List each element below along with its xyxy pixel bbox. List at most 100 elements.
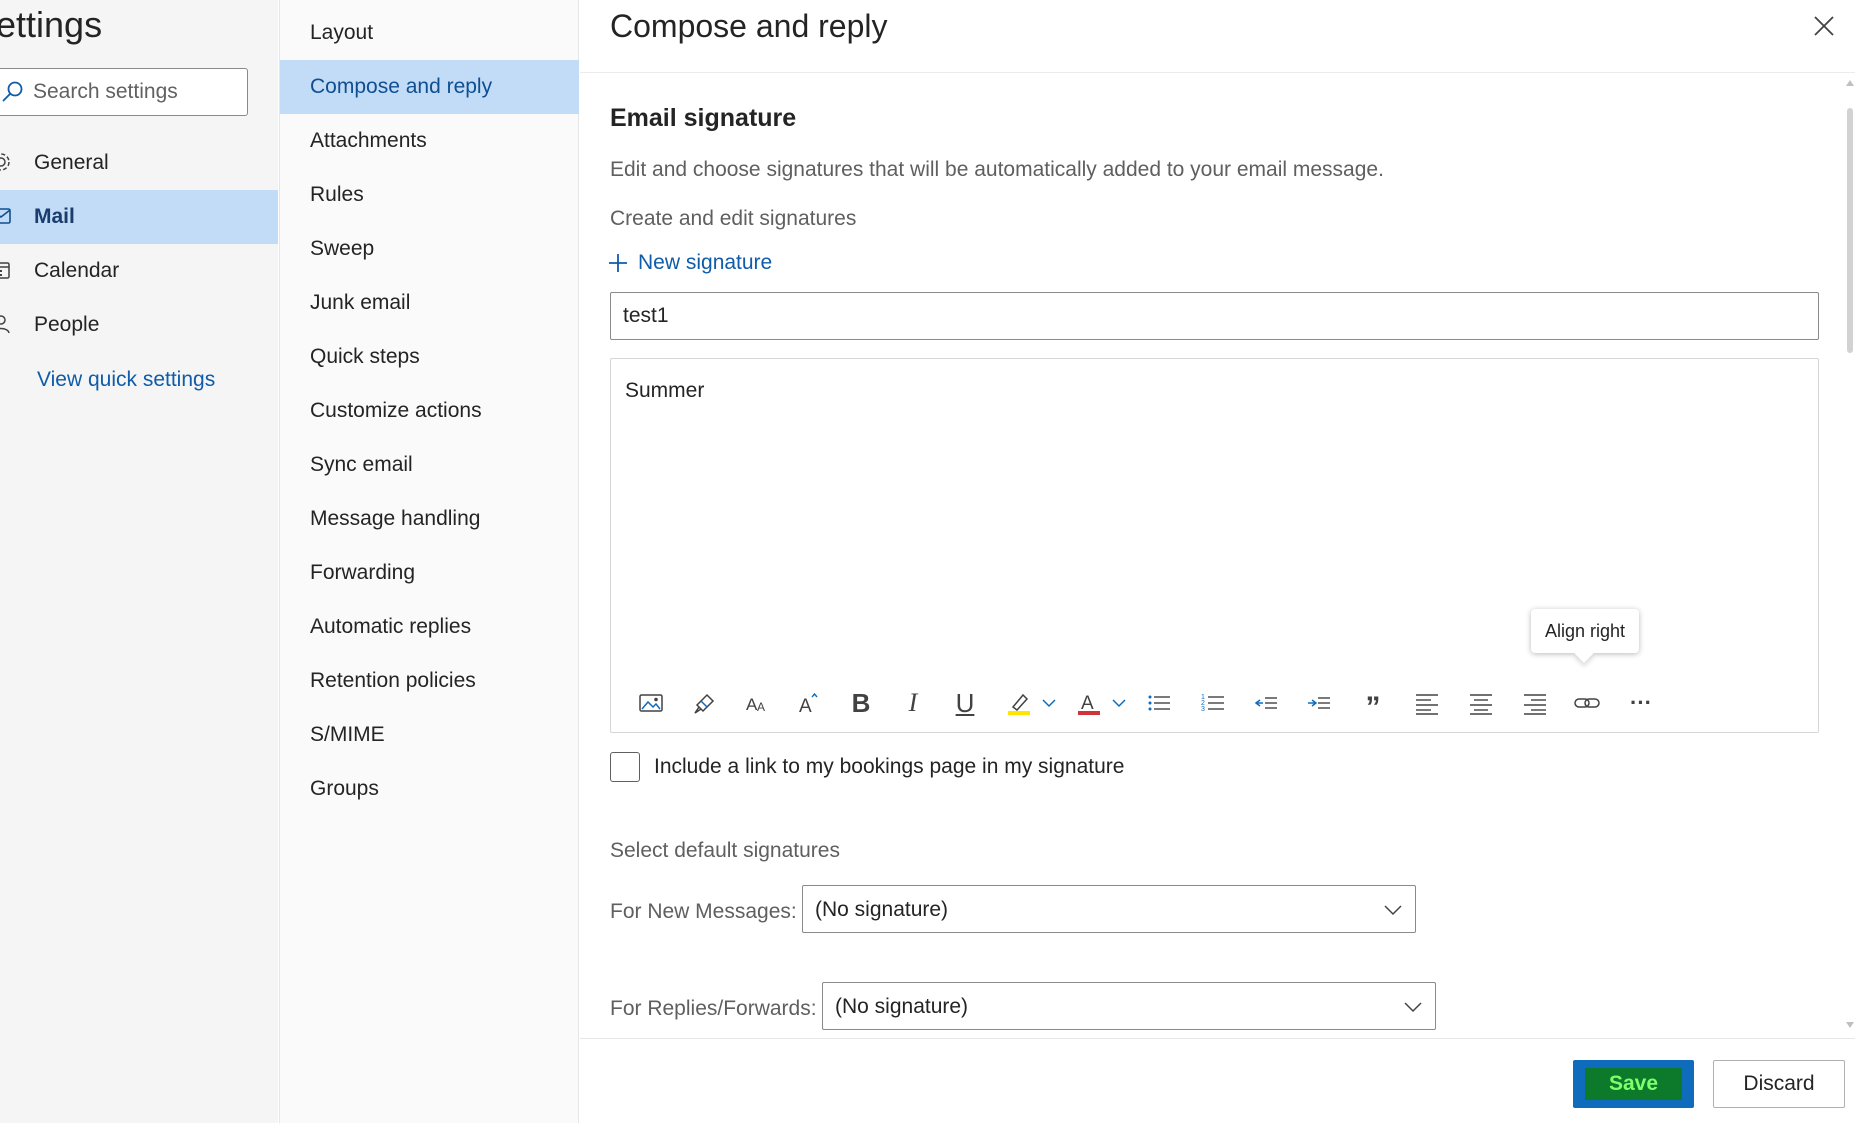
nav-item-label: S/MIME [310,723,385,746]
svg-text:A: A [1081,693,1094,714]
section-title: Email signature [610,104,797,132]
category-label: Calendar [34,259,120,282]
font-color-icon: A [1078,693,1100,715]
category-people[interactable]: People [0,298,278,352]
chevron-down-icon [1042,699,1056,708]
new-signature-button[interactable]: New signature [608,248,772,278]
bookings-link-option[interactable]: Include a link to my bookings page in my… [610,751,1124,783]
increase-indent-button[interactable] [1301,685,1337,721]
more-options-button[interactable]: ··· [1623,685,1659,721]
chevron-down-icon [1384,905,1402,916]
page-title: Compose and reply [610,8,888,44]
new-messages-label: For New Messages: [610,900,797,923]
align-right-icon [1524,694,1546,715]
nav-item-label: Junk email [310,291,411,314]
signature-editor[interactable]: Summer Align right A A A B I U A 1 2 3 ”… [610,358,1819,733]
nav-item-rules[interactable]: Rules [280,168,579,222]
category-label: General [34,151,109,174]
scrollbar-thumb[interactable] [1847,108,1853,353]
bullets-button[interactable] [1141,685,1177,721]
underline-button[interactable]: U [947,685,983,721]
align-center-button[interactable] [1463,685,1499,721]
italic-icon: I [908,688,918,717]
signature-name-input[interactable] [610,292,1819,340]
nav-item-label: Retention policies [310,669,476,692]
bullets-icon [1148,695,1170,711]
svg-text:A: A [799,696,812,717]
nav-item-customize-actions[interactable]: Customize actions [280,384,579,438]
format-painter-button[interactable] [687,685,723,721]
nav-item-label: Forwarding [310,561,416,584]
new-signature-label: New signature [638,251,773,274]
nav-item-retention-policies[interactable]: Retention policies [280,654,579,708]
font-size-increase-button[interactable]: A [791,685,827,721]
quote-button[interactable]: ” [1355,685,1391,723]
link-icon [1574,698,1600,708]
nav-item-layout[interactable]: Layout [280,6,579,60]
italic-button[interactable]: I [895,685,931,721]
calendar-icon [0,262,10,279]
people-icon [0,315,10,334]
nav-item-quick-steps[interactable]: Quick steps [280,330,579,384]
nav-item-sweep[interactable]: Sweep [280,222,579,276]
nav-item-smime[interactable]: S/MIME [280,708,579,762]
nav-item-groups[interactable]: Groups [280,762,579,816]
category-label: Mail [34,205,75,228]
font-color-dropdown[interactable] [1109,691,1129,715]
nav-item-label: Compose and reply [310,75,493,98]
align-left-button[interactable] [1409,685,1445,721]
highlight-dropdown[interactable] [1039,691,1059,715]
bold-button[interactable]: B [843,685,879,721]
search-box[interactable] [0,68,248,116]
nav-item-junk-email[interactable]: Junk email [280,276,579,330]
format-painter-icon [694,693,715,714]
numbering-icon: 1 2 3 [1201,694,1224,713]
nav-item-forwarding[interactable]: Forwarding [280,546,579,600]
new-messages-signature-dropdown[interactable]: (No signature) [802,885,1416,933]
category-mail[interactable]: Mail [0,190,278,244]
replies-forwards-label: For Replies/Forwards: [610,997,817,1020]
nav-item-sync-email[interactable]: Sync email [280,438,579,492]
nav-item-attachments[interactable]: Attachments [280,114,579,168]
svg-text:A: A [757,700,765,714]
insert-picture-icon [639,694,663,712]
font-size-button[interactable]: A A [739,685,775,721]
category-calendar[interactable]: Calendar [0,244,278,298]
font-color-button[interactable]: A [1071,685,1107,721]
view-quick-settings-link[interactable]: View quick settings [37,368,215,392]
bold-icon: B [851,688,871,718]
editor-content[interactable]: Summer [625,379,704,403]
mail-icon [0,208,11,224]
font-size-icon: A A [746,695,765,714]
align-right-button[interactable] [1517,685,1553,721]
nav-item-label: Attachments [310,129,427,152]
section-description: Edit and choose signatures that will be … [610,158,1384,181]
discard-button[interactable]: Discard [1713,1060,1845,1108]
insert-link-button[interactable] [1569,685,1605,721]
scroll-down-arrow[interactable] [1846,1022,1854,1028]
highlight-button[interactable] [1001,685,1037,721]
close-icon[interactable] [1810,12,1838,40]
formatting-toolbar: A A A B I U A 1 2 3 ” ··· [611,677,1818,729]
search-input[interactable] [33,78,233,106]
numbering-button[interactable]: 1 2 3 [1195,685,1231,721]
increase-indent-icon [1308,697,1330,709]
dropdown-value: (No signature) [815,898,949,921]
insert-picture-button[interactable] [633,685,669,721]
underline-icon: U [955,688,975,718]
nav-item-automatic-replies[interactable]: Automatic replies [280,600,579,654]
replies-signature-dropdown[interactable]: (No signature) [822,982,1436,1030]
align-center-icon [1470,694,1492,715]
divider [580,72,1855,73]
bookings-checkbox[interactable] [610,752,640,782]
nav-item-compose-and-reply[interactable]: Compose and reply [280,60,579,114]
nav-item-message-handling[interactable]: Message handling [280,492,579,546]
decrease-indent-button[interactable] [1248,685,1284,721]
nav-item-label: Customize actions [310,399,482,422]
chevron-down-icon [1404,1002,1422,1013]
category-general[interactable]: General [0,136,278,190]
nav-item-label: Message handling [310,507,481,530]
save-button[interactable]: Save [1573,1060,1694,1108]
scroll-up-arrow[interactable] [1846,80,1854,86]
chevron-down-icon [1112,699,1126,708]
